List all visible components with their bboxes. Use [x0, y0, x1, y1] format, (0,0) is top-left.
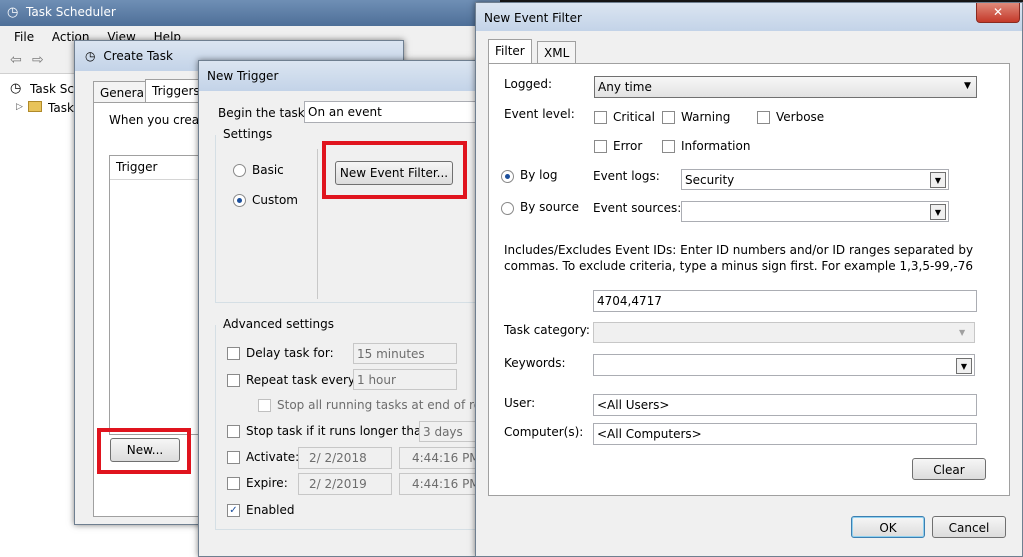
enabled-label: Enabled: [246, 503, 295, 517]
tree-clock-icon: ◷: [10, 81, 22, 96]
tree-library[interactable]: Task Scheduler Library: [48, 101, 74, 115]
trigger-list[interactable]: Trigger: [109, 155, 209, 435]
folder-icon: [28, 101, 42, 112]
computer-label: Computer(s):: [504, 425, 584, 439]
event-logs-label: Event logs:: [593, 169, 660, 183]
tree-root[interactable]: Task Scheduler (Local): [30, 82, 74, 96]
expire-date[interactable]: 2/ 2/2019: [298, 473, 392, 495]
begin-task-label: Begin the task:: [218, 106, 309, 120]
keywords-field[interactable]: [593, 354, 975, 376]
keywords-dropdown[interactable]: ▼: [956, 358, 972, 374]
event-sources-label: Event sources:: [593, 201, 682, 215]
stop-longer-checkbox[interactable]: [227, 425, 240, 438]
information-checkbox[interactable]: [662, 140, 675, 153]
chevron-down-icon: ▼: [960, 362, 968, 371]
expire-label: Expire:: [246, 476, 288, 490]
forward-arrow-icon[interactable]: ⇨: [32, 52, 44, 68]
chevron-down-icon: ▼: [934, 176, 942, 185]
event-ids-help: Includes/Excludes Event IDs: Enter ID nu…: [504, 243, 974, 273]
filter-panel: Logged: Any time ▼ Event level: Critical…: [488, 63, 1010, 496]
custom-radio[interactable]: [233, 194, 246, 207]
repeat-label: Repeat task every:: [246, 373, 359, 387]
logged-select[interactable]: Any time: [594, 76, 977, 98]
event-sources-field[interactable]: [681, 201, 949, 222]
settings-divider: [317, 149, 318, 299]
ok-button[interactable]: OK: [851, 516, 925, 538]
clock-icon: ◷: [7, 5, 19, 20]
delay-checkbox[interactable]: [227, 347, 240, 360]
by-source-radio[interactable]: [501, 202, 514, 215]
task-scheduler-title: Task Scheduler: [26, 5, 116, 19]
activate-label: Activate:: [246, 450, 300, 464]
event-level-label: Event level:: [504, 107, 575, 121]
event-logs-field[interactable]: Security: [681, 169, 949, 190]
user-field[interactable]: <All Users>: [593, 394, 977, 416]
highlight-new-button: [97, 428, 191, 474]
repeat-checkbox[interactable]: [227, 374, 240, 387]
user-label: User:: [504, 396, 536, 410]
new-trigger-titlebar[interactable]: New Trigger: [199, 61, 487, 91]
activate-date[interactable]: 2/ 2/2018: [298, 447, 392, 469]
critical-label: Critical: [613, 110, 655, 124]
critical-checkbox[interactable]: [594, 111, 607, 124]
begin-task-select[interactable]: On an event: [304, 101, 489, 123]
event-filter-titlebar[interactable]: New Event Filter: [476, 3, 1022, 31]
clock-icon: ◷: [85, 49, 96, 63]
delay-label: Delay task for:: [246, 346, 334, 360]
task-category-label: Task category:: [504, 323, 590, 337]
clear-button[interactable]: Clear: [912, 458, 986, 480]
cancel-button[interactable]: Cancel: [932, 516, 1006, 538]
create-task-title: Create Task: [103, 49, 173, 63]
error-label: Error: [613, 139, 643, 153]
stop-longer-label: Stop task if it runs longer than:: [246, 424, 433, 438]
verbose-label: Verbose: [776, 110, 825, 124]
delay-select[interactable]: 15 minutes: [353, 343, 457, 364]
chevron-down-icon: ▼: [934, 208, 942, 217]
enabled-checkbox[interactable]: ✓: [227, 504, 240, 517]
stop-running-checkbox[interactable]: [258, 399, 271, 412]
trigger-column-header[interactable]: Trigger: [110, 156, 208, 180]
menu-file[interactable]: File: [14, 30, 34, 44]
triggers-intro-text: When you create: [109, 113, 212, 127]
warning-checkbox[interactable]: [662, 111, 675, 124]
tree-expand-icon[interactable]: ▷: [16, 102, 23, 112]
highlight-new-event-filter: [322, 141, 467, 199]
verbose-checkbox[interactable]: [757, 111, 770, 124]
task-category-field[interactable]: [593, 322, 975, 343]
event-sources-dropdown[interactable]: ▼: [930, 204, 946, 220]
custom-label: Custom: [252, 193, 298, 207]
event-logs-dropdown[interactable]: ▼: [930, 172, 946, 188]
by-log-label: By log: [520, 168, 558, 182]
keywords-label: Keywords:: [504, 356, 566, 370]
new-event-filter-dialog: New Event Filter ✕ Filter XML Logged: An…: [475, 2, 1023, 557]
logged-label: Logged:: [504, 77, 553, 91]
logged-dropdown-icon: ▼: [964, 81, 971, 91]
warning-label: Warning: [681, 110, 731, 124]
back-arrow-icon[interactable]: ⇦: [10, 52, 22, 68]
error-checkbox[interactable]: [594, 140, 607, 153]
by-source-label: By source: [520, 200, 579, 214]
activate-checkbox[interactable]: [227, 451, 240, 464]
tab-xml[interactable]: XML: [537, 41, 577, 63]
basic-radio[interactable]: [233, 164, 246, 177]
computer-field[interactable]: <All Computers>: [593, 423, 977, 445]
by-log-radio[interactable]: [501, 170, 514, 183]
tab-filter[interactable]: Filter: [488, 39, 532, 65]
basic-label: Basic: [252, 163, 284, 177]
new-trigger-dialog: New Trigger Begin the task: On an event …: [198, 60, 509, 557]
close-icon: ✕: [992, 5, 1004, 19]
repeat-select[interactable]: 1 hour: [353, 369, 457, 390]
expire-checkbox[interactable]: [227, 477, 240, 490]
event-ids-field[interactable]: 4704,4717: [593, 290, 977, 312]
information-label: Information: [681, 139, 751, 153]
close-button[interactable]: ✕: [976, 3, 1020, 23]
task-category-dropdown-icon: ▼: [959, 328, 966, 337]
